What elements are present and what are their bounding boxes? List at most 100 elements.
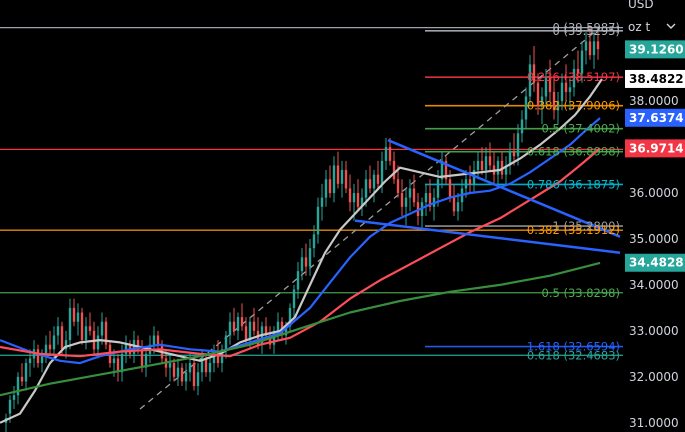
candle-9 (40, 349, 44, 373)
candle-118 (476, 151, 480, 180)
candle-55 (224, 330, 228, 359)
candle-75 (304, 243, 308, 276)
candle-54 (220, 344, 224, 373)
candle-104 (420, 197, 424, 230)
price-axis[interactable]: 31.0000 32.0000 33.0000 34.0000 35.0000 36.00… (623, 0, 685, 432)
currency-label: USD (628, 0, 654, 11)
candle-51 (208, 358, 212, 382)
y-tick-label-0: 31.0000 (629, 416, 679, 430)
candle-129 (520, 110, 524, 143)
price-chart[interactable]: 0 (39.5987)0 (39.5295)0.236 (38.5197)0.3… (0, 0, 685, 432)
candle-100 (404, 188, 408, 226)
candle-47 (192, 358, 196, 391)
fib-label-11: 0.618 (32.4683) (527, 348, 620, 362)
candle-95 (384, 137, 388, 171)
candle-38 (156, 330, 160, 350)
price-axis-background (623, 0, 685, 432)
candle-28 (116, 353, 120, 382)
candle-21 (88, 312, 92, 336)
candle-116 (468, 165, 472, 194)
unit-select[interactable]: oz t (628, 20, 650, 34)
svg-text:34.4828: 34.4828 (629, 256, 684, 270)
candle-41 (168, 353, 172, 382)
candle-109 (440, 151, 444, 189)
candle-124 (500, 151, 504, 180)
candle-113 (456, 193, 460, 221)
candle-76 (308, 238, 312, 276)
svg-text:37.6374: 37.6374 (629, 111, 684, 125)
candle-56 (228, 312, 232, 345)
fib-label-2: 0.236 (38.5197) (527, 70, 620, 84)
candle-72 (292, 284, 296, 318)
candle-48 (196, 363, 200, 396)
fib-label-6: 0.786 (36.1875) (527, 177, 620, 191)
svg-text:38.4822: 38.4822 (629, 72, 684, 86)
candle-110 (444, 156, 448, 184)
candle-3 (16, 372, 20, 405)
fib-label-3: 0.382 (37.9006) (527, 99, 620, 113)
candle-8 (36, 344, 40, 368)
candle-59 (240, 303, 244, 331)
fib-label-8: 0.382 (35.1912) (527, 223, 620, 237)
y-tick-label-3: 34.0000 (629, 278, 679, 292)
blue-ma-price-tag: 37.6374 (625, 108, 685, 127)
candle-45 (184, 363, 188, 391)
candle-22 (92, 321, 96, 354)
y-tick-label-2: 33.0000 (629, 324, 679, 338)
candle-5 (24, 358, 28, 391)
last-price-price-tag: 39.1260 (625, 40, 685, 59)
candle-85 (344, 160, 348, 194)
y-tick-label-1: 32.0000 (629, 370, 679, 384)
white-ma-line (0, 78, 603, 424)
candle-92 (372, 170, 376, 203)
candle-13 (56, 317, 60, 345)
candle-93 (376, 160, 380, 189)
candle-97 (392, 151, 396, 184)
candle-99 (400, 179, 404, 216)
candle-81 (328, 165, 332, 198)
green-ma-price-tag: 34.4828 (625, 253, 685, 272)
moving-averages (0, 78, 603, 424)
candle-19 (80, 307, 84, 345)
fib-label-1: 0 (39.5295) (552, 24, 620, 38)
candle-4 (20, 363, 24, 387)
candle-80 (324, 170, 328, 207)
fib-label-9: 0.5 (33.8298) (542, 286, 620, 300)
candle-44 (180, 363, 184, 387)
candle-35 (144, 349, 148, 377)
candle-11 (48, 330, 52, 354)
y-tick-label-6: 38.0000 (629, 94, 679, 108)
candle-132 (532, 45, 536, 92)
red-ma-price-tag: 36.9714 (625, 139, 685, 158)
candle-78 (316, 197, 320, 244)
candle-62 (252, 307, 256, 336)
candle-52 (212, 344, 216, 373)
candle-125 (504, 156, 508, 184)
candle-10 (44, 335, 48, 364)
candle-18 (76, 303, 80, 336)
svg-text:39.1260: 39.1260 (629, 42, 684, 56)
candle-58 (236, 312, 240, 341)
candle-91 (368, 165, 372, 194)
white-ma-price-tag: 38.4822 (625, 69, 685, 88)
fib-label-4: 0.5 (37.4002) (542, 122, 620, 136)
svg-text:36.9714: 36.9714 (629, 141, 684, 155)
candle-105 (424, 183, 428, 216)
candle-82 (332, 156, 336, 203)
candle-32 (132, 330, 136, 364)
candle-126 (508, 142, 512, 175)
candle-88 (356, 179, 360, 212)
candle-0 (4, 413, 8, 432)
candle-86 (348, 174, 352, 212)
y-tick-label-4: 35.0000 (629, 232, 679, 246)
candle-83 (336, 151, 340, 189)
candle-79 (320, 183, 324, 221)
y-tick-label-5: 36.0000 (629, 186, 679, 200)
candle-16 (68, 298, 72, 350)
candle-17 (72, 298, 76, 327)
candle-67 (272, 326, 276, 354)
candle-102 (412, 174, 416, 207)
candle-121 (488, 142, 492, 171)
fib-label-5: 0.618 (36.8998) (527, 145, 620, 159)
candle-20 (84, 317, 88, 350)
